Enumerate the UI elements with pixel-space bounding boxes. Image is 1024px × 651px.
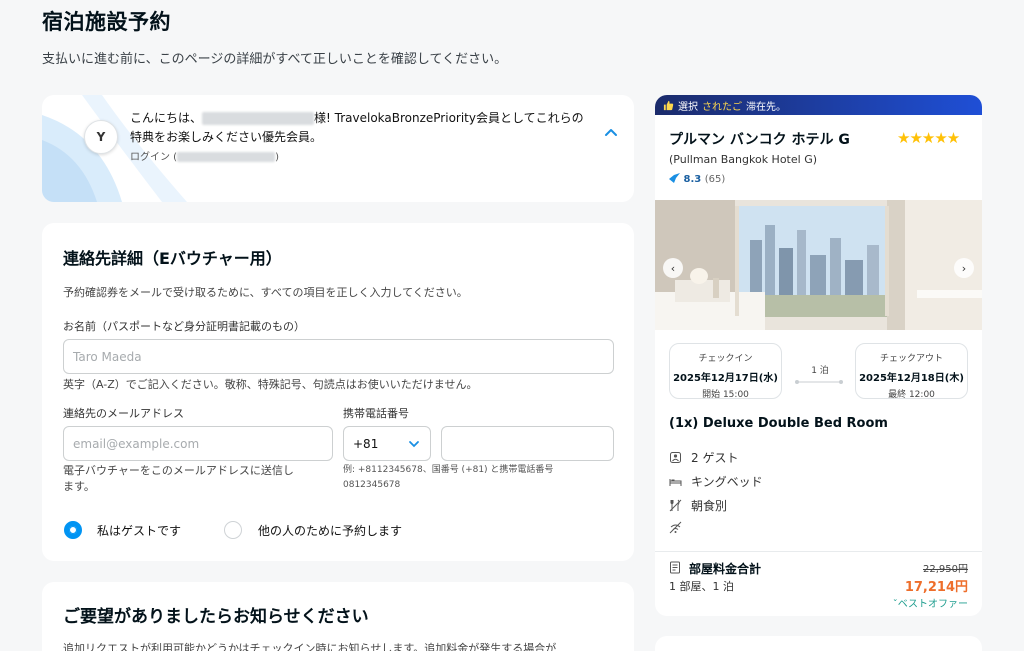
email-hint: 電子バウチャーをこのメールアドレスに送信し ます。 <box>63 463 294 495</box>
email-label: 連絡先のメールアドレス <box>63 407 184 420</box>
checkout-time: 最終 12:00 <box>888 390 935 400</box>
star-rating: ★★★★★ <box>897 129 960 147</box>
bed-icon <box>669 479 682 486</box>
contact-details-card: 連絡先詳細（Eバウチャー用） 予約確認券をメールで受け取るために、すべての項目を… <box>42 223 634 561</box>
blurred-email <box>177 152 276 162</box>
checkout-box: チェックアウト 2025年12月18日(木) 最終 12:00 <box>855 343 968 400</box>
best-offer-badge: ˇベストオファー <box>893 595 968 610</box>
next-summary-card <box>655 636 982 651</box>
phone-hint: 例: +8112345678、国番号 (+81) と携帯電話番号 0812345… <box>343 463 553 493</box>
discounted-price: 17,214円 <box>904 580 968 595</box>
radio-other-label[interactable]: 他の人のために予約します <box>258 522 402 539</box>
rating-count: (65) <box>704 174 726 185</box>
thumbs-up-icon <box>663 100 674 110</box>
blurred-name <box>202 112 315 125</box>
next-photo-button[interactable]: › <box>954 258 974 278</box>
checkin-time: 開始 15:00 <box>702 390 749 400</box>
bird-icon <box>669 173 680 183</box>
login-line: ログイン () <box>130 148 279 163</box>
name-field[interactable]: Taro Maeda <box>63 339 614 374</box>
original-price: 22,950円 <box>923 564 968 575</box>
email-hint-line2: ます。 <box>63 480 95 493</box>
name-label: お名前（パスポートなど身分証明書記載のもの） <box>63 320 305 333</box>
page-title: 宿泊施設予約 <box>42 10 171 34</box>
feature-breakfast-label: 朝食別 <box>691 499 728 513</box>
chevron-down-icon <box>409 440 419 447</box>
phone-hint-line1: 例: +8112345678、国番号 (+81) と携帯電話番号 <box>343 465 554 475</box>
checkout-label: チェックアウト <box>879 354 943 364</box>
login-prefix: ログイン ( <box>130 152 178 163</box>
guests-icon <box>670 452 681 463</box>
no-breakfast-icon <box>669 499 682 512</box>
selected-stay-banner: 選択 されたご 滞在先。 <box>655 95 982 115</box>
country-code-select[interactable]: +81 <box>343 426 431 461</box>
feature-guests: 2 ゲスト <box>669 449 738 466</box>
hotel-name-english: (Pullman Bangkok Hotel G) <box>669 153 818 166</box>
feature-breakfast: 朝食別 <box>669 497 727 514</box>
banner-prefix: 選択 <box>678 101 698 113</box>
avatar: Y <box>84 120 118 154</box>
feature-bed: キングベッド <box>669 473 763 490</box>
nights-count: 1 泊 <box>795 363 845 386</box>
feature-wifi <box>669 521 682 534</box>
hotel-name: プルマン バンコク ホテル G <box>669 132 850 148</box>
radio-other[interactable] <box>224 521 242 539</box>
nights-connector-icon <box>795 380 843 384</box>
greeting-hello: こんにちは、 <box>130 111 203 125</box>
page-subtitle: 支払いに進む前に、このページの詳細がすべて正しいことを確認してください。 <box>42 52 508 67</box>
checkin-label: チェックイン <box>698 354 753 364</box>
chevron-right-icon: › <box>961 261 967 275</box>
requests-text: 追加リクエストが利用可能かどうかはチェックイン時にお知らせします。追加料金が発生… <box>63 642 557 651</box>
room-title: (1x) Deluxe Double Bed Room <box>669 416 888 431</box>
banner-highlight: されたご <box>702 101 742 113</box>
email-hint-line1: 電子バウチャーをこのメールアドレスに送信し <box>63 464 294 477</box>
review-score: 8.3 (65) <box>669 173 725 185</box>
feature-guests-label: 2 ゲスト <box>691 451 739 465</box>
checkin-date: 2025年12月17日(水) <box>673 373 778 384</box>
requests-heading: ご要望がありましたらお知らせください <box>63 607 369 627</box>
name-hint: 英字（A-Z）でご記入ください。敬称、特殊記号、句読点はお使いいただけません。 <box>63 378 478 391</box>
nights-label: 1 泊 <box>811 366 829 376</box>
greeting-line2: 特典をお楽しみください優先会員。 <box>130 130 323 144</box>
total-label: 部屋料金合計 <box>689 562 762 576</box>
greeting-suffix: 様! TravelokaBronzePriority会員としてこれらの <box>314 111 584 125</box>
price-divider <box>655 551 982 552</box>
banner-suffix: 滞在先。 <box>746 101 786 113</box>
special-requests-card: ご要望がありましたらお知らせください 追加リクエストが利用可能かどうかはチェック… <box>42 582 634 651</box>
greeting-text: こんにちは、 様! TravelokaBronzePriority会員としてこれら… <box>130 109 600 147</box>
login-suffix: ) <box>275 152 279 163</box>
phone-hint-line2: 0812345678 <box>343 480 401 490</box>
hotel-summary-card: 選択 されたご 滞在先。 プルマン バンコク ホテル G ★★★★★ (Pull… <box>655 95 982 616</box>
total-sub: 1 部屋、1 泊 <box>669 580 734 593</box>
contact-description: 予約確認券をメールで受け取るために、すべての項目を正しく入力してください。 <box>63 286 468 299</box>
email-field[interactable]: email@example.com <box>63 426 333 461</box>
phone-field[interactable] <box>441 426 614 461</box>
no-wifi-icon <box>669 521 682 534</box>
feature-bed-label: キングベッド <box>691 475 763 489</box>
checkin-box: チェックイン 2025年12月17日(水) 開始 15:00 <box>669 343 782 400</box>
hotel-room-photo <box>655 200 982 330</box>
chevron-up-icon[interactable] <box>603 125 619 141</box>
checkout-date: 2025年12月18日(木) <box>859 373 964 384</box>
contact-heading: 連絡先詳細（Eバウチャー用） <box>63 249 282 268</box>
best-offer-label: ベストオファー <box>897 599 968 610</box>
country-code-value: +81 <box>353 436 379 451</box>
radio-guest-label[interactable]: 私はゲストです <box>97 522 181 539</box>
rating-value: 8.3 <box>683 174 702 185</box>
chevron-left-icon: ‹ <box>670 261 676 275</box>
phone-label: 携帯電話番号 <box>343 407 409 420</box>
radio-guest[interactable] <box>64 521 82 539</box>
prev-photo-button[interactable]: ‹ <box>663 258 683 278</box>
receipt-icon <box>670 561 680 574</box>
